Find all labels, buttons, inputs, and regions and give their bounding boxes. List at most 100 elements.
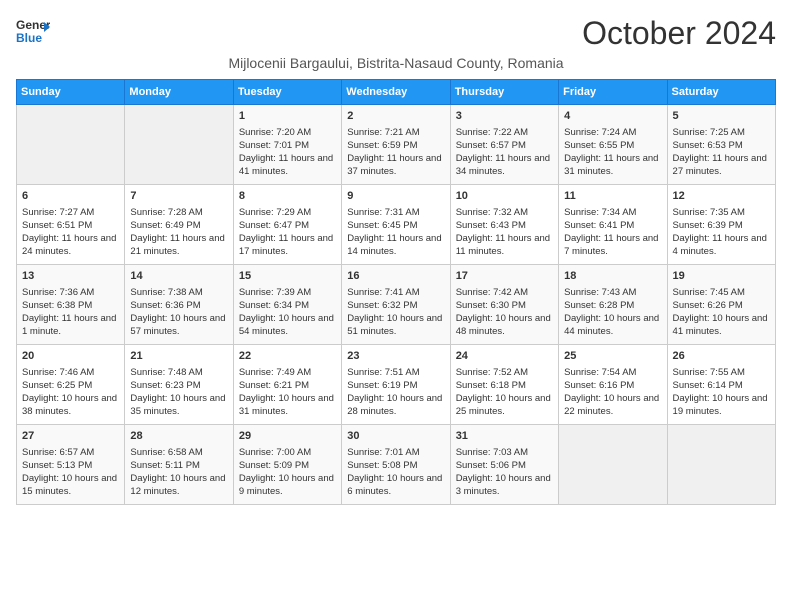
day-info: Sunset: 6:51 PM bbox=[22, 220, 92, 231]
day-info: Daylight: 11 hours and 41 minutes. bbox=[239, 153, 333, 177]
day-info: Sunset: 6:14 PM bbox=[673, 380, 743, 391]
calendar-cell: 20Sunrise: 7:46 AMSunset: 6:25 PMDayligh… bbox=[17, 345, 125, 425]
day-info: Sunrise: 7:22 AM bbox=[456, 127, 528, 138]
day-number: 29 bbox=[239, 429, 336, 444]
day-info: Sunset: 6:59 PM bbox=[347, 140, 417, 151]
day-info: Sunrise: 7:21 AM bbox=[347, 127, 419, 138]
day-number: 26 bbox=[673, 349, 770, 364]
day-info: Sunset: 6:43 PM bbox=[456, 220, 526, 231]
day-info: Daylight: 10 hours and 44 minutes. bbox=[564, 313, 659, 337]
day-info: Daylight: 10 hours and 9 minutes. bbox=[239, 473, 334, 497]
title-block: October 2024 bbox=[582, 16, 776, 51]
day-info: Sunrise: 7:49 AM bbox=[239, 367, 311, 378]
day-info: Daylight: 10 hours and 15 minutes. bbox=[22, 473, 117, 497]
calendar-cell: 24Sunrise: 7:52 AMSunset: 6:18 PMDayligh… bbox=[450, 345, 558, 425]
day-info: Sunset: 6:30 PM bbox=[456, 300, 526, 311]
day-number: 24 bbox=[456, 349, 553, 364]
day-info: Sunrise: 7:32 AM bbox=[456, 207, 528, 218]
day-info: Sunrise: 7:01 AM bbox=[347, 447, 419, 458]
day-info: Daylight: 10 hours and 54 minutes. bbox=[239, 313, 334, 337]
day-info: Sunrise: 7:28 AM bbox=[130, 207, 202, 218]
calendar-cell: 21Sunrise: 7:48 AMSunset: 6:23 PMDayligh… bbox=[125, 345, 233, 425]
day-info: Sunset: 5:09 PM bbox=[239, 460, 309, 471]
day-info: Sunset: 6:26 PM bbox=[673, 300, 743, 311]
day-info: Sunset: 6:38 PM bbox=[22, 300, 92, 311]
day-info: Daylight: 11 hours and 21 minutes. bbox=[130, 233, 224, 257]
day-info: Sunset: 7:01 PM bbox=[239, 140, 309, 151]
calendar-cell: 12Sunrise: 7:35 AMSunset: 6:39 PMDayligh… bbox=[667, 185, 775, 265]
day-info: Daylight: 10 hours and 28 minutes. bbox=[347, 393, 442, 417]
day-number: 14 bbox=[130, 269, 227, 284]
location-subtitle: Mijlocenii Bargaului, Bistrita-Nasaud Co… bbox=[16, 55, 776, 71]
day-info: Daylight: 10 hours and 3 minutes. bbox=[456, 473, 551, 497]
calendar-cell: 11Sunrise: 7:34 AMSunset: 6:41 PMDayligh… bbox=[559, 185, 667, 265]
day-number: 31 bbox=[456, 429, 553, 444]
day-info: Daylight: 10 hours and 12 minutes. bbox=[130, 473, 225, 497]
day-number: 6 bbox=[22, 189, 119, 204]
day-number: 13 bbox=[22, 269, 119, 284]
day-info: Daylight: 11 hours and 24 minutes. bbox=[22, 233, 116, 257]
day-number: 27 bbox=[22, 429, 119, 444]
day-number: 22 bbox=[239, 349, 336, 364]
day-info: Sunrise: 6:58 AM bbox=[130, 447, 202, 458]
day-info: Daylight: 11 hours and 1 minute. bbox=[22, 313, 116, 337]
day-info: Sunset: 6:32 PM bbox=[347, 300, 417, 311]
day-info: Sunrise: 7:43 AM bbox=[564, 287, 636, 298]
calendar-day-header: Monday bbox=[125, 80, 233, 105]
day-info: Sunrise: 7:52 AM bbox=[456, 367, 528, 378]
calendar-cell bbox=[667, 425, 775, 505]
calendar-cell: 7Sunrise: 7:28 AMSunset: 6:49 PMDaylight… bbox=[125, 185, 233, 265]
day-info: Sunset: 6:21 PM bbox=[239, 380, 309, 391]
calendar-cell: 30Sunrise: 7:01 AMSunset: 5:08 PMDayligh… bbox=[342, 425, 450, 505]
calendar-week-row: 6 Sunrise: 7:27 AM Sunset: 6:51 PM Daylight… bbox=[17, 185, 776, 265]
day-info: Daylight: 10 hours and 38 minutes. bbox=[22, 393, 117, 417]
day-info: Daylight: 11 hours and 37 minutes. bbox=[347, 153, 441, 177]
calendar-cell: 8Sunrise: 7:29 AMSunset: 6:47 PMDaylight… bbox=[233, 185, 341, 265]
calendar-week-row: 13 Sunrise: 7:36 AM Sunset: 6:38 PM Dayligh… bbox=[17, 265, 776, 345]
calendar-cell: 28Sunrise: 6:58 AMSunset: 5:11 PMDayligh… bbox=[125, 425, 233, 505]
day-number: 21 bbox=[130, 349, 227, 364]
day-info: Sunset: 6:39 PM bbox=[673, 220, 743, 231]
day-info: Sunrise: 6:57 AM bbox=[22, 447, 94, 458]
day-info: Sunrise: 7:42 AM bbox=[456, 287, 528, 298]
calendar-cell: 15Sunrise: 7:39 AMSunset: 6:34 PMDayligh… bbox=[233, 265, 341, 345]
day-info: Sunrise: 7:20 AM bbox=[239, 127, 311, 138]
calendar-cell: 25Sunrise: 7:54 AMSunset: 6:16 PMDayligh… bbox=[559, 345, 667, 425]
day-number: 28 bbox=[130, 429, 227, 444]
calendar-week-row: 20Sunrise: 7:46 AMSunset: 6:25 PMDayligh… bbox=[17, 345, 776, 425]
day-info: Sunrise: 7:34 AM bbox=[564, 207, 636, 218]
day-number: 15 bbox=[239, 269, 336, 284]
svg-text:Blue: Blue bbox=[16, 31, 42, 45]
day-number: 18 bbox=[564, 269, 661, 284]
calendar-cell: 27Sunrise: 6:57 AMSunset: 5:13 PMDayligh… bbox=[17, 425, 125, 505]
day-number: 19 bbox=[673, 269, 770, 284]
day-info: Sunset: 6:47 PM bbox=[239, 220, 309, 231]
logo: General Blue bbox=[16, 16, 50, 50]
calendar-cell: 4Sunrise: 7:24 AMSunset: 6:55 PMDaylight… bbox=[559, 105, 667, 185]
calendar-cell: 5Sunrise: 7:25 AMSunset: 6:53 PMDaylight… bbox=[667, 105, 775, 185]
calendar-cell: 9Sunrise: 7:31 AMSunset: 6:45 PMDaylight… bbox=[342, 185, 450, 265]
day-info: Sunset: 6:55 PM bbox=[564, 140, 634, 151]
day-info: Sunrise: 7:48 AM bbox=[130, 367, 202, 378]
day-info: Sunset: 6:36 PM bbox=[130, 300, 200, 311]
day-info: Sunset: 6:45 PM bbox=[347, 220, 417, 231]
day-info: Daylight: 10 hours and 31 minutes. bbox=[239, 393, 334, 417]
calendar-cell: 17Sunrise: 7:42 AMSunset: 6:30 PMDayligh… bbox=[450, 265, 558, 345]
calendar-cell: 16Sunrise: 7:41 AMSunset: 6:32 PMDayligh… bbox=[342, 265, 450, 345]
day-info: Sunrise: 7:27 AM bbox=[22, 207, 94, 218]
calendar-day-header: Tuesday bbox=[233, 80, 341, 105]
day-info: Daylight: 11 hours and 27 minutes. bbox=[673, 153, 767, 177]
day-number: 7 bbox=[130, 189, 227, 204]
page-title: October 2024 bbox=[582, 16, 776, 51]
calendar-cell bbox=[559, 425, 667, 505]
day-info: Sunset: 6:25 PM bbox=[22, 380, 92, 391]
calendar-cell: 14Sunrise: 7:38 AMSunset: 6:36 PMDayligh… bbox=[125, 265, 233, 345]
day-info: Daylight: 10 hours and 6 minutes. bbox=[347, 473, 442, 497]
day-number: 20 bbox=[22, 349, 119, 364]
day-info: Daylight: 11 hours and 4 minutes. bbox=[673, 233, 767, 257]
day-info: Sunrise: 7:36 AM bbox=[22, 287, 94, 298]
day-number: 3 bbox=[456, 109, 553, 124]
day-info: Daylight: 11 hours and 14 minutes. bbox=[347, 233, 441, 257]
day-info: Daylight: 11 hours and 17 minutes. bbox=[239, 233, 333, 257]
day-info: Sunset: 6:57 PM bbox=[456, 140, 526, 151]
